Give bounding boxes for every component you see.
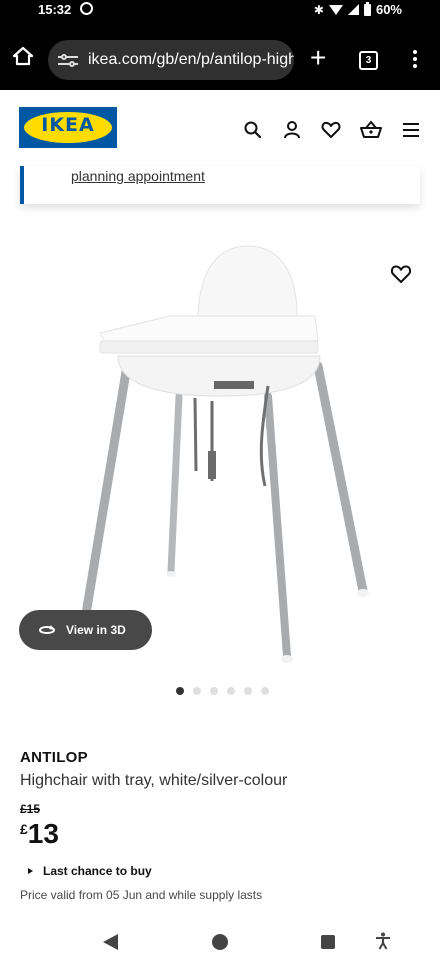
product-description: Highchair with tray, white/silver-colour	[20, 772, 288, 789]
rotate-3d-icon	[39, 625, 55, 634]
gallery-dot[interactable]	[261, 687, 269, 695]
last-chance-label: Last chance to buy	[43, 864, 152, 878]
gallery-pagination	[176, 687, 269, 695]
planning-appointment-link[interactable]: planning appointment	[71, 168, 205, 184]
basket-icon[interactable]	[359, 120, 383, 140]
gallery-dot[interactable]	[176, 687, 184, 695]
gallery-dot[interactable]	[227, 687, 235, 695]
tab-switcher-button[interactable]: 3	[359, 51, 378, 70]
more-options-icon[interactable]	[413, 50, 417, 70]
status-time: 15:32	[38, 2, 72, 17]
back-icon[interactable]	[103, 934, 118, 950]
logo-text: IKEA	[41, 114, 95, 136]
signal-icon	[347, 4, 359, 15]
home-icon[interactable]	[12, 46, 34, 66]
view-in-3d-label: View in 3D	[66, 623, 126, 637]
url-text: ikea.com/gb/en/p/antilop-high	[88, 51, 294, 68]
battery-level: 60%	[375, 2, 402, 17]
user-icon[interactable]	[282, 120, 302, 140]
old-price: £15	[20, 802, 41, 816]
address-bar[interactable]: ikea.com/gb/en/p/antilop-high	[48, 40, 294, 80]
battery-icon	[363, 1, 371, 16]
ikea-logo[interactable]: IKEA	[19, 107, 117, 148]
site-header: IKEA	[0, 90, 440, 166]
whatsapp-icon	[80, 2, 93, 15]
menu-icon[interactable]	[401, 120, 421, 140]
site-settings-icon[interactable]	[58, 53, 78, 67]
heart-icon[interactable]	[321, 120, 341, 140]
home-circle-icon[interactable]	[212, 934, 228, 950]
favourite-heart-icon[interactable]	[390, 264, 412, 284]
gallery-dot[interactable]	[193, 687, 201, 695]
triangle-right-icon	[28, 868, 33, 874]
price-validity-text: Price valid from 05 Jun and while supply…	[20, 888, 263, 902]
product-name: ANTILOP	[20, 749, 88, 766]
accessibility-icon[interactable]	[375, 932, 391, 950]
wifi-icon	[328, 4, 343, 15]
price-currency: £	[20, 821, 28, 837]
bluetooth-icon: ✱	[313, 2, 324, 17]
search-icon[interactable]	[243, 120, 263, 140]
last-chance-notice[interactable]: Last chance to buy	[28, 864, 152, 878]
browser-toolbar: ikea.com/gb/en/p/antilop-high + 3	[0, 20, 440, 90]
recent-apps-icon[interactable]	[321, 935, 335, 949]
status-bar: 15:32 ✱ 60%	[0, 0, 440, 20]
view-in-3d-button[interactable]: View in 3D	[19, 610, 152, 650]
gallery-dot[interactable]	[210, 687, 218, 695]
gallery-dot[interactable]	[244, 687, 252, 695]
status-icons: ✱ 60%	[313, 1, 402, 17]
system-navigation-bar	[0, 915, 440, 965]
current-price: £13	[20, 818, 59, 850]
planning-banner: planning appointment	[20, 166, 420, 204]
new-tab-button[interactable]: +	[310, 44, 326, 72]
price-amount: 13	[27, 818, 59, 849]
